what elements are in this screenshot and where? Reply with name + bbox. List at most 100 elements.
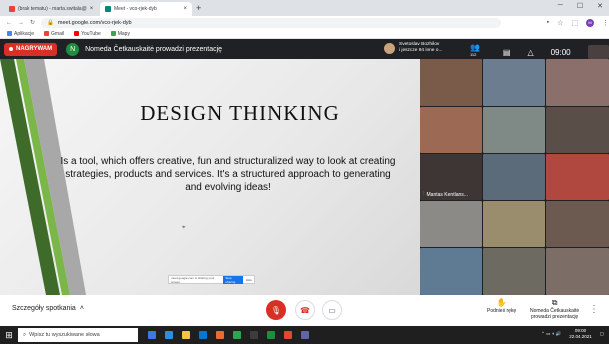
star-icon[interactable]: ☆ — [557, 19, 563, 27]
maps-icon — [110, 31, 116, 36]
chevron-up-icon: ˄ — [79, 305, 84, 312]
meeting-details-button[interactable]: Szczegóły spotkania ˄ — [12, 305, 84, 312]
url-field[interactable]: 🔒 meet.google.com/vco-rjek-dyb — [41, 17, 501, 28]
camera-permission-icon[interactable]: ▪ — [547, 19, 549, 26]
people-icon: 👥 — [470, 43, 480, 52]
record-dot-icon — [9, 47, 13, 51]
people-count: 112 — [470, 52, 477, 57]
presentation-slide: DESIGN THINKING Is a tool, which offers … — [0, 59, 420, 295]
gmail-favicon-icon — [9, 6, 15, 12]
back-icon[interactable]: ← — [6, 20, 12, 26]
store-icon[interactable] — [199, 331, 207, 339]
youtube-icon — [74, 31, 80, 36]
new-tab-button[interactable]: + — [196, 2, 201, 16]
task-view-icon[interactable] — [148, 331, 156, 339]
meet-favicon-icon — [105, 6, 111, 12]
edge-icon[interactable] — [165, 331, 173, 339]
gmail-icon — [44, 31, 50, 36]
participant-tile[interactable] — [483, 154, 545, 200]
mouse-pointer-icon: ⌖ — [182, 225, 186, 231]
meet-top-bar: NAGRYWAM N Nomeda Četkauskaitė prowadzi … — [0, 39, 609, 59]
presenter-text: Nomeda Četkauskaitė prowadzi prezentację — [85, 45, 223, 53]
maximize-icon[interactable]: ☐ — [577, 2, 583, 10]
screen-share-bar: meet.google.com is sharing your screen. … — [168, 275, 255, 284]
slide-title: DESIGN THINKING — [140, 101, 340, 125]
notifications-icon[interactable]: ▢ — [600, 331, 604, 337]
participant-tile[interactable] — [546, 201, 609, 247]
taskbar-search-field[interactable]: ⌕ Wpisz tu wyszukiwane słowa — [18, 328, 138, 342]
tray-date: 22.04.2021 — [569, 334, 592, 339]
slide-body: Is a tool, which offers creative, fun an… — [60, 156, 396, 193]
participant-tile[interactable] — [483, 248, 545, 295]
menu-icon[interactable]: ⋮ — [602, 19, 609, 27]
tray-clock[interactable]: 09:00 22.04.2021 — [569, 328, 592, 340]
tab-gmail[interactable]: (brak tematu) - marta.switala@ × — [4, 2, 96, 16]
hide-share-bar-button[interactable]: Hide — [246, 278, 252, 282]
bookmark-apps[interactable]: Aplikacje — [7, 31, 34, 37]
meeting-details-label: Szczegóły spotkania — [12, 305, 76, 312]
search-icon: ⌕ — [23, 331, 27, 338]
chrome-icon[interactable] — [284, 331, 292, 339]
file-explorer-icon[interactable] — [182, 331, 190, 339]
bookmark-label: YouTube — [81, 30, 101, 37]
camera-button[interactable]: ▭ — [322, 300, 342, 320]
tab-label: Meet - vco-rjek-dyb — [114, 6, 157, 12]
tab-meet[interactable]: Meet - vco-rjek-dyb × — [100, 2, 192, 16]
window-controls: ─ ☐ ✕ — [558, 2, 603, 10]
bookmark-youtube[interactable]: YouTube — [74, 31, 101, 37]
speaking-indicator-icon: ⫶ — [423, 191, 425, 197]
participant-tile-speaking[interactable]: ⫶ Mantas Kentlans... — [420, 154, 482, 200]
reload-icon[interactable]: ↻ — [30, 19, 35, 26]
participant-tile[interactable] — [483, 107, 545, 153]
taskbar-apps — [148, 331, 309, 339]
minimize-icon[interactable]: ─ — [558, 2, 563, 10]
activities-icon[interactable]: △ — [527, 48, 533, 57]
bookmark-maps[interactable]: Mapy — [110, 31, 130, 37]
stop-sharing-button[interactable]: Stop sharing — [223, 275, 243, 284]
participant-name-2: i jeszcze 94 inne o... — [399, 48, 443, 53]
participant-tile[interactable] — [483, 201, 545, 247]
browser-tab-bar: (brak tematu) - marta.switala@ × Meet - … — [0, 0, 609, 16]
close-tab-icon[interactable]: × — [183, 6, 187, 12]
microphone-off-button[interactable]: 🎙 — [266, 300, 286, 320]
participant-avatar — [384, 42, 395, 54]
raise-hand-label: Podnieś rękę — [487, 308, 517, 314]
bookmark-gmail[interactable]: Gmail — [44, 31, 64, 37]
app-icon[interactable] — [233, 331, 241, 339]
more-options-icon[interactable]: ⋮ — [589, 304, 599, 315]
windows-start-icon[interactable]: ⊞ — [0, 330, 18, 341]
participant-tile[interactable] — [420, 248, 482, 295]
teams-icon[interactable] — [301, 331, 309, 339]
chat-icon[interactable]: ▤ — [503, 48, 511, 57]
participant-tile[interactable] — [420, 201, 482, 247]
profile-avatar[interactable]: M — [586, 18, 594, 27]
participant-tile[interactable] — [420, 107, 482, 153]
bookmark-label: Gmail — [51, 30, 65, 37]
url-text: meet.google.com/vco-rjek-dyb — [57, 19, 132, 26]
address-bar: ← → ↻ 🔒 meet.google.com/vco-rjek-dyb ▪ ☆… — [0, 16, 609, 29]
presenting-button[interactable]: ⧉ Nomeda Četkauskaitė prowadzi prezentac… — [530, 298, 579, 320]
participant-tile[interactable] — [546, 59, 609, 106]
participant-tile[interactable] — [546, 248, 609, 295]
close-tab-icon[interactable]: × — [90, 6, 94, 12]
recording-label: NAGRYWAM — [16, 46, 53, 52]
camera-icon: ▭ — [328, 305, 336, 315]
participant-tile[interactable] — [483, 59, 545, 106]
self-view-thumbnail[interactable] — [587, 45, 609, 59]
close-window-icon[interactable]: ✕ — [597, 2, 603, 10]
apps-grid-icon — [7, 31, 12, 36]
lock-icon: 🔒 — [47, 19, 54, 26]
participants-summary[interactable]: Svetoslav Bozhilov i jeszcze 94 inne o..… — [384, 42, 442, 54]
bookmark-label: Aplikacje — [14, 30, 35, 37]
participant-tile[interactable] — [546, 154, 609, 200]
participant-tile[interactable] — [546, 107, 609, 153]
tray-icons[interactable]: ⌃ ▭ ◖ 🔊 — [541, 331, 561, 337]
participant-tile[interactable] — [420, 59, 482, 106]
app-icon[interactable] — [267, 331, 275, 339]
leave-call-button[interactable]: ☎ — [295, 300, 315, 320]
extensions-icon[interactable]: ⬚ — [571, 19, 578, 27]
app-icon[interactable] — [250, 331, 258, 339]
raise-hand-button[interactable]: ✋ Podnieś rękę — [487, 298, 516, 314]
mail-icon[interactable] — [216, 331, 224, 339]
forward-icon[interactable]: → — [18, 20, 24, 26]
